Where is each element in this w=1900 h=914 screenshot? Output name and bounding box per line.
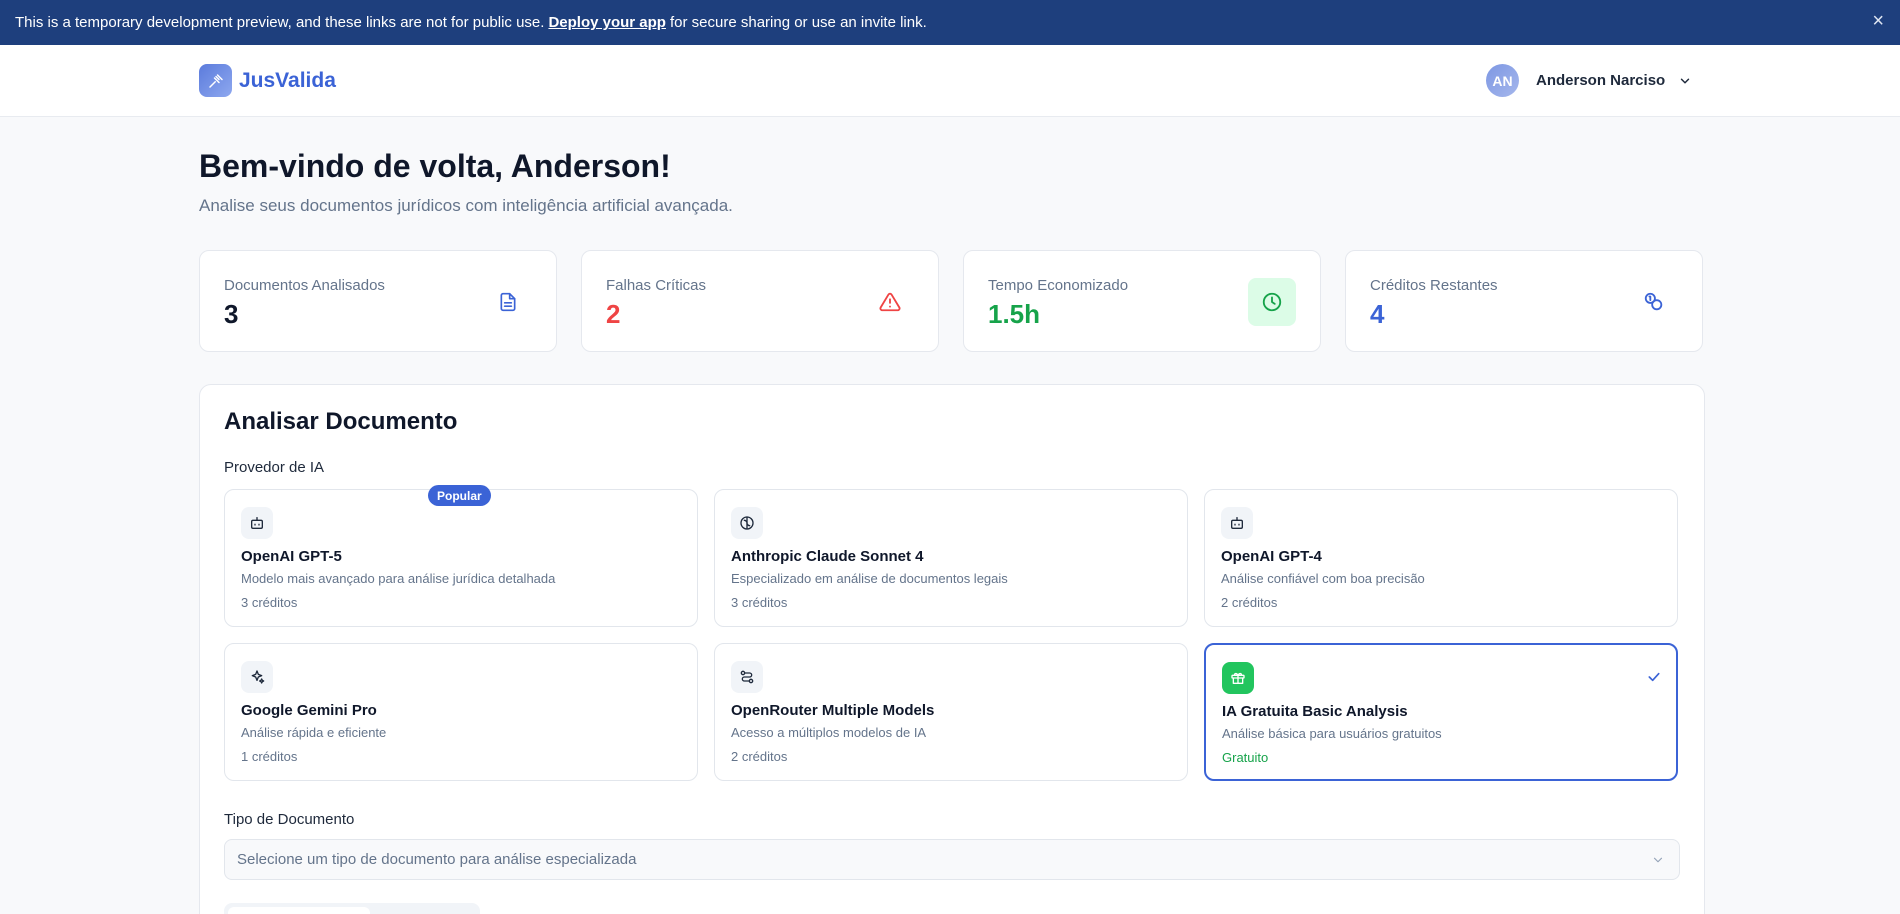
doc-type-placeholder: Selecione um tipo de documento para anál…	[237, 851, 637, 868]
gavel-icon	[199, 64, 232, 97]
app-logo[interactable]: JusValida	[199, 64, 336, 97]
stat-card-credits: Créditos Restantes 4	[1345, 250, 1703, 352]
stat-label: Falhas Críticas	[606, 277, 707, 294]
app-name: JusValida	[239, 68, 336, 92]
stat-label: Documentos Analisados	[224, 277, 385, 294]
upload-tabs	[224, 903, 480, 914]
provider-cost: 2 créditos	[1221, 595, 1278, 610]
bot-icon	[241, 507, 273, 539]
sparkles-icon	[241, 661, 273, 693]
provider-description: Análise rápida e eficiente	[241, 725, 387, 740]
dev-preview-banner: This is a temporary development preview,…	[0, 0, 1900, 45]
close-icon[interactable]: ×	[1872, 11, 1884, 31]
user-name: Anderson Narciso	[1536, 72, 1666, 89]
check-icon	[1646, 669, 1662, 690]
provider-cost: 2 créditos	[731, 749, 788, 764]
provider-label: Provedor de IA	[224, 459, 325, 476]
bot-icon	[1221, 507, 1253, 539]
chevron-down-icon	[1678, 74, 1692, 88]
clock-icon	[1248, 278, 1296, 326]
analyze-panel: Analisar Documento Provedor de IA Popula…	[199, 384, 1705, 914]
page-title: Bem-vindo de volta, Anderson!	[199, 148, 671, 184]
route-icon	[731, 661, 763, 693]
section-title: Analisar Documento	[224, 408, 458, 435]
top-header: JusValida AN Anderson Narciso	[0, 45, 1900, 117]
deploy-app-link[interactable]: Deploy your app	[548, 14, 666, 31]
stat-value: 1.5h	[988, 299, 1041, 329]
coins-icon	[1630, 278, 1678, 326]
stat-card-time-saved: Tempo Economizado 1.5h	[963, 250, 1321, 352]
avatar: AN	[1486, 64, 1519, 97]
banner-text: This is a temporary development preview,…	[15, 14, 545, 31]
gift-icon	[1222, 662, 1254, 694]
stat-label: Créditos Restantes	[1370, 277, 1498, 294]
provider-name: OpenAI GPT-4	[1221, 548, 1322, 565]
provider-cost: 3 créditos	[241, 595, 298, 610]
stat-value: 2	[606, 299, 621, 329]
provider-name: OpenAI GPT-5	[241, 548, 342, 565]
provider-cost: 1 créditos	[241, 749, 298, 764]
stat-value: 4	[1370, 299, 1385, 329]
doc-type-label: Tipo de Documento	[224, 811, 355, 828]
provider-cost: 3 créditos	[731, 595, 788, 610]
provider-card-free[interactable]: IA Gratuita Basic Analysis Análise básic…	[1204, 643, 1678, 781]
brain-icon	[731, 507, 763, 539]
stat-card-documents: Documentos Analisados 3	[199, 250, 557, 352]
stat-card-critical-failures: Falhas Críticas 2	[581, 250, 939, 352]
chevron-down-icon	[1651, 853, 1665, 872]
doc-type-select[interactable]: Selecione um tipo de documento para anál…	[224, 839, 1680, 880]
banner-text-after: for secure sharing or use an invite link…	[669, 14, 927, 31]
provider-card-gpt5[interactable]: Popular OpenAI GPT-5 Modelo mais avançad…	[224, 485, 698, 627]
provider-description: Análise básica para usuários gratuitos	[1222, 726, 1442, 741]
provider-description: Acesso a múltiplos modelos de IA	[731, 725, 927, 740]
page-subtitle: Analise seus documentos jurídicos com in…	[199, 196, 733, 215]
provider-card-gpt4[interactable]: OpenAI GPT-4 Análise confiável com boa p…	[1204, 489, 1678, 627]
provider-description: Especializado em análise de documentos l…	[731, 571, 1008, 586]
provider-description: Modelo mais avançado para análise jurídi…	[241, 571, 556, 586]
provider-card-gemini[interactable]: Google Gemini Pro Análise rápida e efici…	[224, 643, 698, 781]
stat-value: 3	[224, 299, 239, 329]
provider-card-claude[interactable]: Anthropic Claude Sonnet 4 Especializado …	[714, 489, 1188, 627]
provider-cost: Gratuito	[1222, 750, 1269, 765]
provider-name: IA Gratuita Basic Analysis	[1222, 703, 1408, 720]
stat-label: Tempo Economizado	[988, 277, 1129, 294]
popular-badge: Popular	[428, 485, 491, 506]
provider-card-openrouter[interactable]: OpenRouter Multiple Models Acesso a múlt…	[714, 643, 1188, 781]
provider-name: OpenRouter Multiple Models	[731, 702, 935, 719]
provider-description: Análise confiável com boa precisão	[1221, 571, 1425, 586]
provider-name: Google Gemini Pro	[241, 702, 377, 719]
provider-name: Anthropic Claude Sonnet 4	[731, 548, 924, 565]
tab-active[interactable]	[228, 907, 370, 914]
document-icon	[484, 278, 532, 326]
warning-icon	[866, 278, 914, 326]
user-menu[interactable]: AN Anderson Narciso	[1486, 64, 1692, 97]
